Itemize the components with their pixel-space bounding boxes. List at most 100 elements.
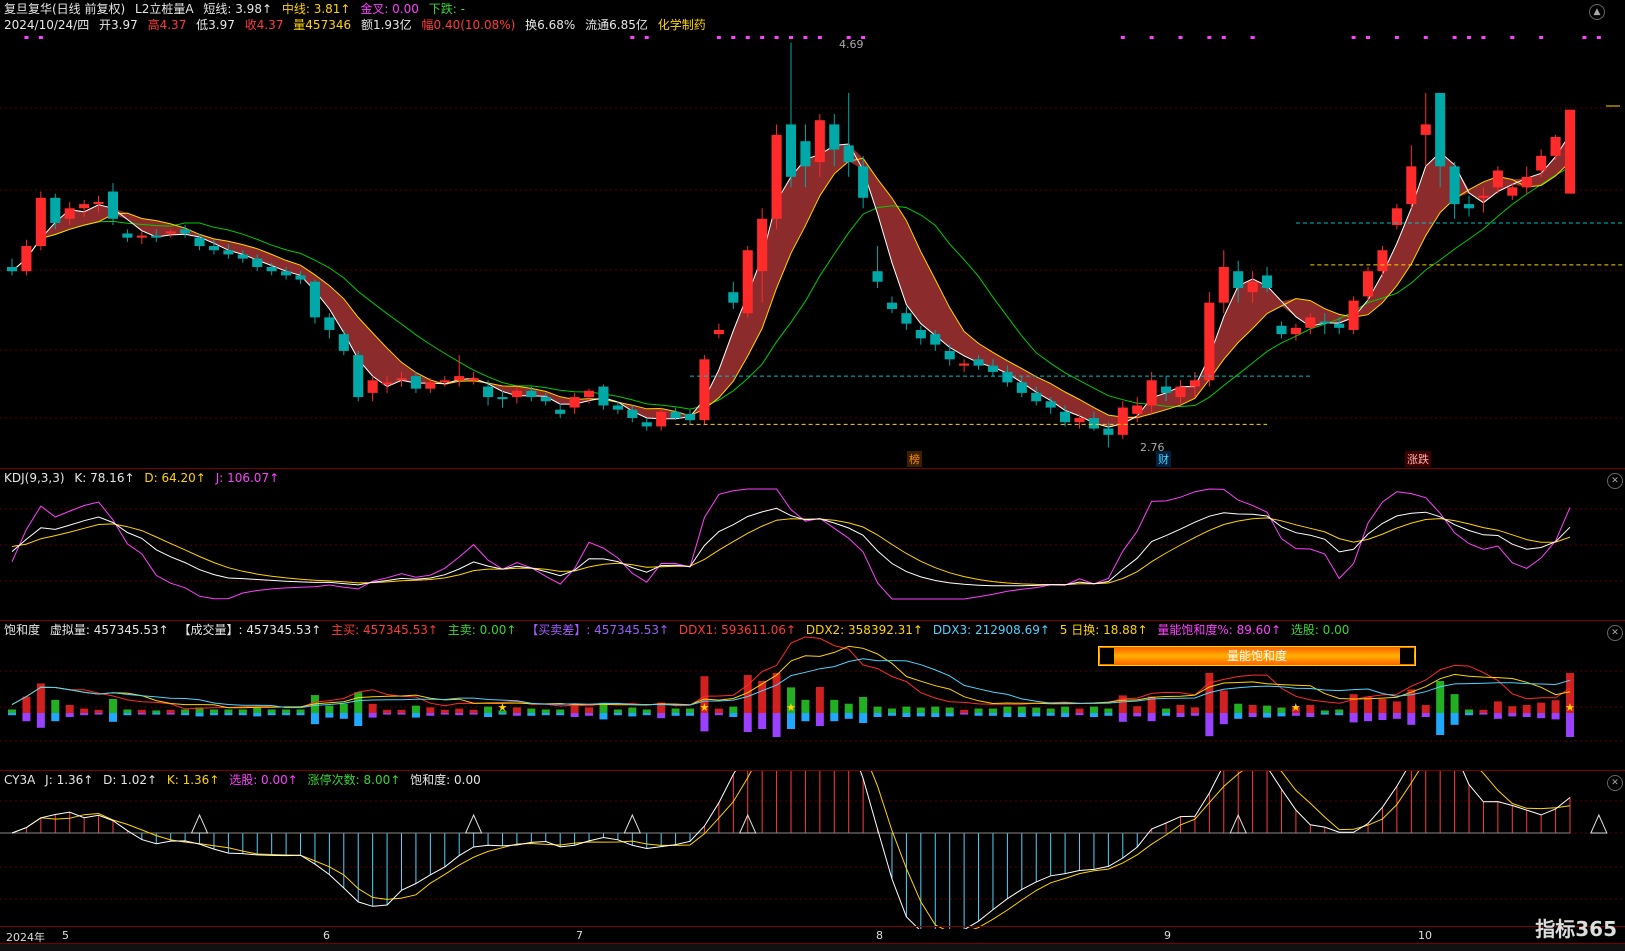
diff-bar [945, 713, 954, 717]
diff-bar [325, 713, 334, 718]
kdj-panel[interactable]: KDJ(9,3,3) K: 78.16↑ D: 64.20↑ J: 106.07… [0, 468, 1625, 620]
candle-body [583, 390, 595, 398]
diff-bar [339, 713, 348, 719]
candle-body [670, 411, 681, 419]
star-marker: ★ [699, 701, 709, 714]
buy-sell-bar [916, 707, 925, 713]
diff-bar [743, 713, 752, 732]
diff-bar [830, 713, 839, 722]
limit-up-marker [464, 813, 483, 834]
cy3a-panel[interactable]: CY3A J: 1.36↑ D: 1.02↑ K: 1.36↑ 选股: 0.00… [0, 770, 1625, 929]
saturation-panel[interactable]: 饱和度 虚拟量: 457345.53↑ 【成交量】: 457345.53↑ 主买… [0, 620, 1625, 770]
star-marker: ★ [497, 701, 507, 714]
diff-bar [527, 713, 536, 716]
candlestick-chart[interactable] [0, 0, 1625, 468]
signal-marker [1207, 36, 1212, 39]
buy-sell-bar [1392, 701, 1401, 713]
x-label-jul: 7 [576, 929, 583, 942]
signal-marker [1423, 36, 1428, 39]
diff-bar [1061, 713, 1070, 717]
candle-body [6, 267, 18, 272]
candle-body [1175, 386, 1186, 398]
buy-sell-bar [1075, 708, 1084, 713]
buy-sell-bar [714, 708, 723, 713]
diff-bar [556, 713, 565, 716]
diff-bar [887, 713, 896, 716]
diff-bar [469, 713, 478, 715]
buy-sell-bar [527, 708, 536, 713]
kdj-chart [0, 488, 1625, 600]
buy-sell-bar [440, 709, 449, 713]
diff-bar [613, 713, 622, 716]
diff-bar [1248, 713, 1257, 717]
candle-body [1117, 407, 1128, 435]
candle-body [1463, 204, 1475, 209]
diff-bar [1493, 713, 1502, 719]
diff-bar [1378, 713, 1387, 720]
candle-body [1478, 195, 1489, 198]
candle-body [526, 390, 537, 398]
diff-bar [1335, 713, 1344, 716]
diff-bar [1407, 713, 1416, 725]
diff-bar [859, 713, 868, 723]
candle-body [886, 302, 898, 309]
buy-sell-bar [411, 705, 420, 713]
diff-bar [541, 713, 550, 716]
diff-bar [238, 713, 247, 716]
diff-bar [714, 713, 723, 716]
diff-bar [1133, 713, 1142, 717]
candle-body [1435, 92, 1446, 167]
diff-bar [181, 713, 190, 716]
diff-bar [8, 713, 16, 716]
diff-bar [1320, 713, 1329, 715]
star-marker: ★ [786, 701, 796, 714]
buy-sell-bar [815, 687, 824, 713]
signal-marker [1149, 36, 1154, 39]
candle-body [1564, 109, 1576, 194]
candle-body [439, 380, 450, 383]
diff-bar [700, 713, 709, 732]
candle-body [1218, 267, 1229, 303]
diff-bar [195, 713, 204, 717]
candle-body [1305, 317, 1316, 328]
kdj-j-line [11, 488, 1571, 600]
candle-body [1521, 176, 1532, 188]
diff-bar [1219, 713, 1228, 725]
buy-sell-bar [873, 706, 882, 713]
x-label-sep: 9 [1164, 929, 1171, 942]
candle-body [814, 120, 825, 163]
buy-sell-bar [1263, 705, 1272, 713]
candle-body [959, 363, 970, 366]
candle-body [1016, 382, 1027, 393]
candle-body [699, 359, 710, 421]
buy-sell-bar [1190, 707, 1199, 713]
buy-sell-bar [80, 708, 89, 713]
candle-body [497, 397, 508, 400]
buy-sell-bar [1089, 706, 1098, 713]
tag-bang[interactable]: 榜 [907, 451, 922, 467]
candle-body [540, 397, 551, 402]
buy-sell-bar [181, 709, 190, 713]
diff-bar [1566, 713, 1574, 737]
diff-bar [772, 713, 781, 737]
star-marker: ★ [1291, 701, 1301, 714]
signal-marker [774, 36, 779, 39]
buy-sell-bar [296, 709, 305, 713]
buy-sell-bar [887, 708, 896, 713]
diff-bar [988, 713, 997, 716]
candle-body [1377, 250, 1388, 272]
buy-sell-bar [1017, 706, 1026, 713]
diff-bar [671, 713, 680, 716]
diff-bar [1436, 713, 1445, 735]
signal-marker [24, 36, 29, 39]
diff-bar [1551, 713, 1560, 720]
main-chart-panel[interactable]: 复旦复华(日线 前复权) L2立桩量A 短线: 3.98↑ 中线: 3.81↑ … [0, 0, 1625, 468]
tag-zhangdie[interactable]: 涨跌 [1405, 451, 1431, 467]
diff-bar [484, 713, 493, 717]
candle-body [872, 271, 883, 282]
limit-up-marker [1590, 813, 1608, 834]
candle-body [757, 218, 768, 272]
diff-bar [787, 713, 795, 729]
buy-sell-bar [1061, 706, 1070, 713]
candle-body [656, 411, 667, 427]
